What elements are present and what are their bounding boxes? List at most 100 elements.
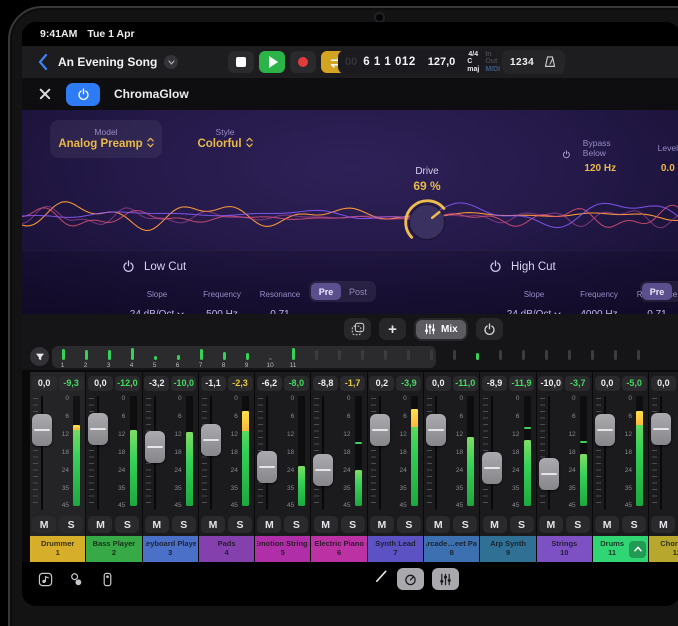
post-button[interactable]: Post xyxy=(342,283,374,300)
add-button[interactable]: + xyxy=(379,318,406,340)
mute-button[interactable]: M xyxy=(370,516,394,533)
track-label[interactable]: Bass Player2 xyxy=(86,536,141,562)
volume-value[interactable]: 0,0 xyxy=(88,376,113,391)
low-cut-slope[interactable]: Slope24 dB/Oct xyxy=(126,280,188,314)
peak-level-value[interactable]: -11,9 xyxy=(509,376,534,391)
track-label[interactable]: Pads4 xyxy=(199,536,254,562)
solo-button[interactable]: S xyxy=(172,516,196,533)
volume-value[interactable]: 0,0 xyxy=(595,376,620,391)
mix-button[interactable]: Mix xyxy=(416,320,466,339)
mute-button[interactable]: M xyxy=(539,516,563,533)
model-selector[interactable]: Model Analog Preamp xyxy=(50,120,162,158)
pencil-tool[interactable] xyxy=(374,569,389,589)
volume-value[interactable]: -6,2 xyxy=(257,376,282,391)
volume-fader[interactable] xyxy=(313,454,333,486)
track-label[interactable]: Strings10 xyxy=(537,536,592,562)
mute-button[interactable]: M xyxy=(595,516,619,533)
solo-button[interactable]: S xyxy=(115,516,139,533)
track-label[interactable]: Keyboard Player3 xyxy=(143,536,198,562)
low-cut-resonance[interactable]: Resonance0.71 xyxy=(256,280,304,314)
track-label[interactable]: Chorus V12 xyxy=(649,536,678,562)
volume-fader[interactable] xyxy=(257,451,277,483)
controls-view-button[interactable] xyxy=(397,568,424,590)
mute-button[interactable]: M xyxy=(32,516,56,533)
track-label[interactable]: Arcade…eet Pad8 xyxy=(424,536,479,562)
mute-button[interactable]: M xyxy=(88,516,112,533)
solo-button[interactable]: S xyxy=(228,516,252,533)
solo-button[interactable]: S xyxy=(59,516,83,533)
volume-value[interactable]: -10,0 xyxy=(538,376,563,391)
low-cut-frequency[interactable]: Frequency500 Hz xyxy=(198,280,246,314)
metronome-icon[interactable] xyxy=(543,55,557,69)
filter-button[interactable] xyxy=(30,347,49,366)
lcd-display[interactable]: 00 6 1 1 012 127,0 4/4C maj In OutMIDI xyxy=(338,50,496,74)
back-button[interactable] xyxy=(34,53,52,71)
volume-value[interactable]: -8,9 xyxy=(482,376,507,391)
peak-level-value[interactable]: -1,7 xyxy=(340,376,365,391)
bypass-below-control[interactable]: Bypass Below 120 Hz xyxy=(581,134,620,174)
loop-browser-icon[interactable] xyxy=(38,572,53,587)
track-label[interactable]: Drums11 xyxy=(593,536,648,562)
peak-level-value[interactable]: -10,0 xyxy=(171,376,196,391)
mute-button[interactable]: M xyxy=(201,516,225,533)
record-button[interactable] xyxy=(290,51,316,73)
high-cut-frequency[interactable]: Frequency4000 Hz xyxy=(575,280,623,314)
track-label[interactable]: Drummer1 xyxy=(30,536,85,562)
mixer-power-button[interactable] xyxy=(476,318,503,340)
solo-button[interactable]: S xyxy=(566,516,590,533)
collapse-button[interactable] xyxy=(629,541,646,558)
style-selector[interactable]: Style Colorful xyxy=(180,120,270,158)
solo-button[interactable]: S xyxy=(622,516,646,533)
pre-button[interactable]: Pre xyxy=(642,283,672,300)
volume-value[interactable]: -1,1 xyxy=(201,376,226,391)
volume-fader[interactable] xyxy=(370,414,390,446)
duplicate-button[interactable] xyxy=(344,318,371,340)
mute-button[interactable]: M xyxy=(651,516,675,533)
volume-fader[interactable] xyxy=(88,413,108,445)
track-label[interactable]: Emotion Strings5 xyxy=(255,536,310,562)
volume-fader[interactable] xyxy=(32,414,52,446)
count-in-button[interactable]: 1234 xyxy=(510,57,534,68)
volume-fader[interactable] xyxy=(539,458,559,490)
solo-button[interactable]: S xyxy=(341,516,365,533)
peak-level-value[interactable]: -5,0 xyxy=(622,376,647,391)
plugins-icon[interactable] xyxy=(69,572,84,587)
solo-button[interactable]: S xyxy=(284,516,308,533)
mute-button[interactable]: M xyxy=(426,516,450,533)
peak-level-value[interactable]: -9,3 xyxy=(59,376,84,391)
volume-fader[interactable] xyxy=(201,424,221,456)
volume-value[interactable]: 0,2 xyxy=(369,376,394,391)
volume-fader[interactable] xyxy=(145,431,165,463)
peak-level-value[interactable]: -8,0 xyxy=(284,376,309,391)
volume-fader[interactable] xyxy=(651,413,671,445)
stop-button[interactable] xyxy=(228,51,254,73)
low-cut-power-icon[interactable] xyxy=(122,260,135,273)
peak-level-value[interactable]: -12,0 xyxy=(115,376,140,391)
mute-button[interactable]: M xyxy=(257,516,281,533)
level-control[interactable]: Level 0.0 xyxy=(656,134,678,174)
volume-value[interactable]: -8,8 xyxy=(313,376,338,391)
solo-button[interactable]: S xyxy=(510,516,534,533)
post-button[interactable]: Post xyxy=(673,283,678,300)
mute-button[interactable]: M xyxy=(314,516,338,533)
peak-level-value[interactable]: -3,7 xyxy=(565,376,590,391)
plugin-power-button[interactable] xyxy=(66,83,100,106)
track-label[interactable]: Synth Lead7 xyxy=(368,536,423,562)
bypass-power-icon[interactable] xyxy=(562,148,571,161)
song-title-button[interactable]: An Evening Song xyxy=(58,46,178,78)
high-cut-power-icon[interactable] xyxy=(489,260,502,273)
play-button[interactable] xyxy=(259,51,285,73)
volume-fader[interactable] xyxy=(482,452,502,484)
volume-fader[interactable] xyxy=(426,414,446,446)
volume-value[interactable]: 0,0 xyxy=(426,376,451,391)
volume-fader[interactable] xyxy=(595,414,615,446)
mute-button[interactable]: M xyxy=(483,516,507,533)
volume-value[interactable]: -3,2 xyxy=(144,376,169,391)
track-label[interactable]: Arp Synth9 xyxy=(480,536,535,562)
volume-value[interactable]: 0,0 xyxy=(32,376,57,391)
play-surfaces-icon[interactable] xyxy=(100,572,115,587)
close-icon[interactable] xyxy=(38,87,52,101)
peak-level-value[interactable]: -3,9 xyxy=(396,376,421,391)
track-label[interactable]: Electric Piano6 xyxy=(311,536,366,562)
mixer-view-button[interactable] xyxy=(432,568,459,590)
